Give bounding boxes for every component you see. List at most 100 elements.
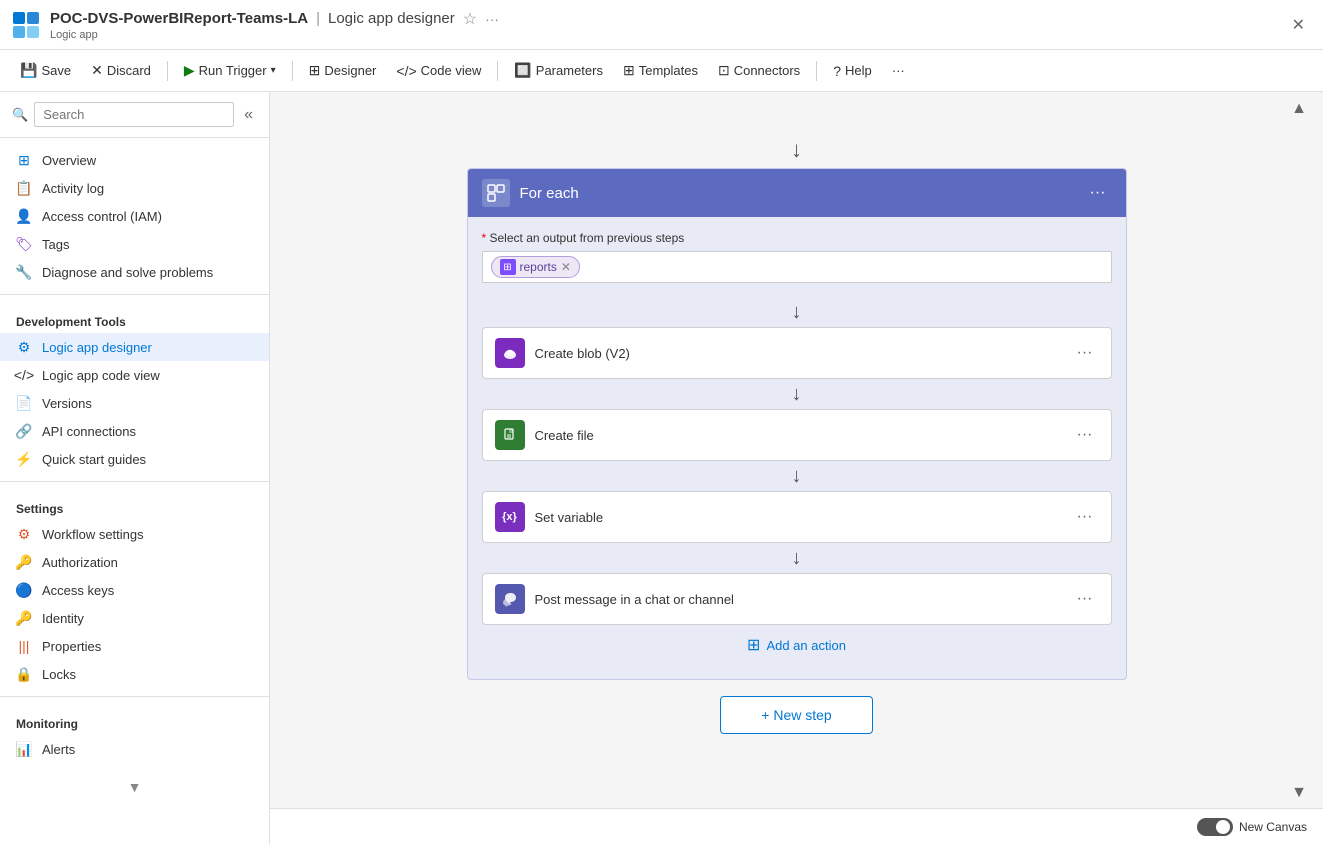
reports-tag: ⊞ reports ✕ bbox=[491, 256, 580, 278]
sidebar-nav: ⊞ Overview 📋 Activity log 👤 Access contr… bbox=[0, 138, 269, 771]
titlebar-more-icon[interactable]: ··· bbox=[485, 11, 499, 27]
favorite-icon[interactable]: ☆ bbox=[463, 9, 477, 29]
designer-button[interactable]: ⊞ Designer bbox=[301, 58, 385, 83]
access-keys-icon: 🔵 bbox=[16, 582, 32, 598]
set-variable-icon: {x} bbox=[495, 502, 525, 532]
authorization-label: Authorization bbox=[42, 555, 118, 570]
nav-divider-3 bbox=[0, 696, 269, 697]
properties-label: Properties bbox=[42, 639, 101, 654]
api-connections-label: API connections bbox=[42, 424, 136, 439]
sidebar-item-versions[interactable]: 📄 Versions bbox=[0, 389, 269, 417]
parameters-button[interactable]: 🔲 Parameters bbox=[506, 58, 611, 83]
toolbar-more-button[interactable]: ··· bbox=[884, 59, 913, 82]
add-action-button[interactable]: ⊞ Add an action bbox=[733, 625, 860, 665]
sidebar-item-alerts[interactable]: 📊 Alerts bbox=[0, 735, 269, 763]
canvas-area[interactable]: ▲ ▼ bbox=[270, 92, 1323, 844]
foreach-menu-button[interactable]: ··· bbox=[1084, 182, 1112, 204]
code-view-button[interactable]: </> Code view bbox=[388, 59, 489, 83]
activity-log-label: Activity log bbox=[42, 181, 104, 196]
sidebar-collapse-button[interactable]: « bbox=[240, 104, 257, 126]
code-view-icon: </> bbox=[396, 63, 416, 79]
app-icon bbox=[12, 11, 40, 39]
step-post-message[interactable]: Post message in a chat or channel ··· bbox=[482, 573, 1112, 625]
sidebar-item-activity-log[interactable]: 📋 Activity log bbox=[0, 174, 269, 202]
templates-button[interactable]: ⊞ Templates bbox=[615, 58, 706, 83]
bottom-bar: New Canvas bbox=[270, 808, 1323, 844]
logic-app-designer-label: Logic app designer bbox=[42, 340, 152, 355]
create-blob-icon bbox=[495, 338, 525, 368]
close-button[interactable]: ✕ bbox=[1286, 13, 1311, 37]
sidebar-item-identity[interactable]: 🔑 Identity bbox=[0, 604, 269, 632]
tag-close-button[interactable]: ✕ bbox=[561, 260, 571, 274]
new-canvas-toggle[interactable] bbox=[1197, 818, 1233, 836]
run-trigger-dropdown-icon: ▾ bbox=[271, 65, 276, 76]
code-icon: </> bbox=[16, 367, 32, 383]
canvas-scroll-up[interactable]: ▲ bbox=[1291, 100, 1307, 118]
title-block: POC-DVS-PowerBIReport-Teams-LA | Logic a… bbox=[50, 9, 499, 41]
sidebar-item-logic-app-code[interactable]: </> Logic app code view bbox=[0, 361, 269, 389]
title-separator: | bbox=[316, 10, 320, 27]
toolbar-sep-3 bbox=[497, 61, 498, 81]
create-blob-label: Create blob (V2) bbox=[535, 346, 630, 361]
discard-button[interactable]: ✕ Discard bbox=[83, 58, 159, 83]
new-step-container: + New step bbox=[720, 696, 872, 734]
save-button[interactable]: 💾 Save bbox=[12, 58, 79, 83]
overview-label: Overview bbox=[42, 153, 96, 168]
tag-input[interactable]: ⊞ reports ✕ bbox=[482, 251, 1112, 283]
tags-icon: 🏷 bbox=[16, 236, 32, 252]
overview-icon: ⊞ bbox=[16, 152, 32, 168]
step-set-variable[interactable]: {x} Set variable ··· bbox=[482, 491, 1112, 543]
run-icon: ▶ bbox=[184, 62, 195, 79]
toolbar-more-icon: ··· bbox=[892, 63, 905, 78]
access-control-label: Access control (IAM) bbox=[42, 209, 162, 224]
authorization-icon: 🔑 bbox=[16, 554, 32, 570]
sidebar-item-tags[interactable]: 🏷 Tags bbox=[0, 230, 269, 258]
set-variable-menu-button[interactable]: ··· bbox=[1071, 506, 1099, 528]
sidebar-item-overview[interactable]: ⊞ Overview bbox=[0, 146, 269, 174]
search-icon: 🔍 bbox=[12, 107, 28, 123]
sidebar-item-api-connections[interactable]: 🔗 API connections bbox=[0, 417, 269, 445]
sidebar-item-workflow-settings[interactable]: ⚙ Workflow settings bbox=[0, 520, 269, 548]
new-step-button[interactable]: + New step bbox=[720, 696, 872, 734]
alerts-icon: 📊 bbox=[16, 741, 32, 757]
logic-app-code-label: Logic app code view bbox=[42, 368, 160, 383]
settings-section: Settings bbox=[0, 490, 269, 520]
sidebar-item-access-keys[interactable]: 🔵 Access keys bbox=[0, 576, 269, 604]
step-create-file[interactable]: Create file ··· bbox=[482, 409, 1112, 461]
sidebar-item-logic-app-designer[interactable]: ⚙ Logic app designer bbox=[0, 333, 269, 361]
sidebar-item-locks[interactable]: 🔒 Locks bbox=[0, 660, 269, 688]
create-file-menu-button[interactable]: ··· bbox=[1071, 424, 1099, 446]
create-blob-menu-button[interactable]: ··· bbox=[1071, 342, 1099, 364]
flow-arrow-entry bbox=[791, 132, 802, 168]
alerts-label: Alerts bbox=[42, 742, 75, 757]
toolbar-sep-1 bbox=[167, 61, 168, 81]
canvas-scroll-down[interactable]: ▼ bbox=[1291, 784, 1307, 802]
sidebar-item-properties[interactable]: ||| Properties bbox=[0, 632, 269, 660]
templates-icon: ⊞ bbox=[623, 62, 635, 79]
sidebar-item-authorization[interactable]: 🔑 Authorization bbox=[0, 548, 269, 576]
sidebar-item-quick-start[interactable]: ⚡ Quick start guides bbox=[0, 445, 269, 473]
activity-log-icon: 📋 bbox=[16, 180, 32, 196]
dev-tools-section: Development Tools bbox=[0, 303, 269, 333]
toolbar-sep-2 bbox=[292, 61, 293, 81]
add-action-label: Add an action bbox=[766, 638, 846, 653]
connectors-button[interactable]: ⊡ Connectors bbox=[710, 58, 808, 83]
designer-title: Logic app designer bbox=[328, 10, 455, 27]
toggle-switch[interactable]: New Canvas bbox=[1197, 818, 1307, 836]
foreach-title: For each bbox=[520, 185, 579, 202]
access-keys-label: Access keys bbox=[42, 583, 114, 598]
sidebar-item-access-control[interactable]: 👤 Access control (IAM) bbox=[0, 202, 269, 230]
run-trigger-button[interactable]: ▶ Run Trigger ▾ bbox=[176, 58, 284, 83]
sidebar-item-diagnose[interactable]: 🔧 Diagnose and solve problems bbox=[0, 258, 269, 286]
tag-icon: ⊞ bbox=[500, 259, 516, 275]
foreach-block[interactable]: For each ··· * Select an output from pre… bbox=[467, 168, 1127, 680]
app-subtitle: Logic app bbox=[50, 29, 499, 41]
identity-icon: 🔑 bbox=[16, 610, 32, 626]
help-button[interactable]: ? Help bbox=[825, 59, 880, 83]
diagnose-label: Diagnose and solve problems bbox=[42, 265, 213, 280]
step-arrow-2: ↓ bbox=[792, 379, 802, 409]
post-message-menu-button[interactable]: ··· bbox=[1071, 588, 1099, 610]
locks-icon: 🔒 bbox=[16, 666, 32, 682]
step-create-blob[interactable]: Create blob (V2) ··· bbox=[482, 327, 1112, 379]
search-input[interactable] bbox=[34, 102, 234, 127]
